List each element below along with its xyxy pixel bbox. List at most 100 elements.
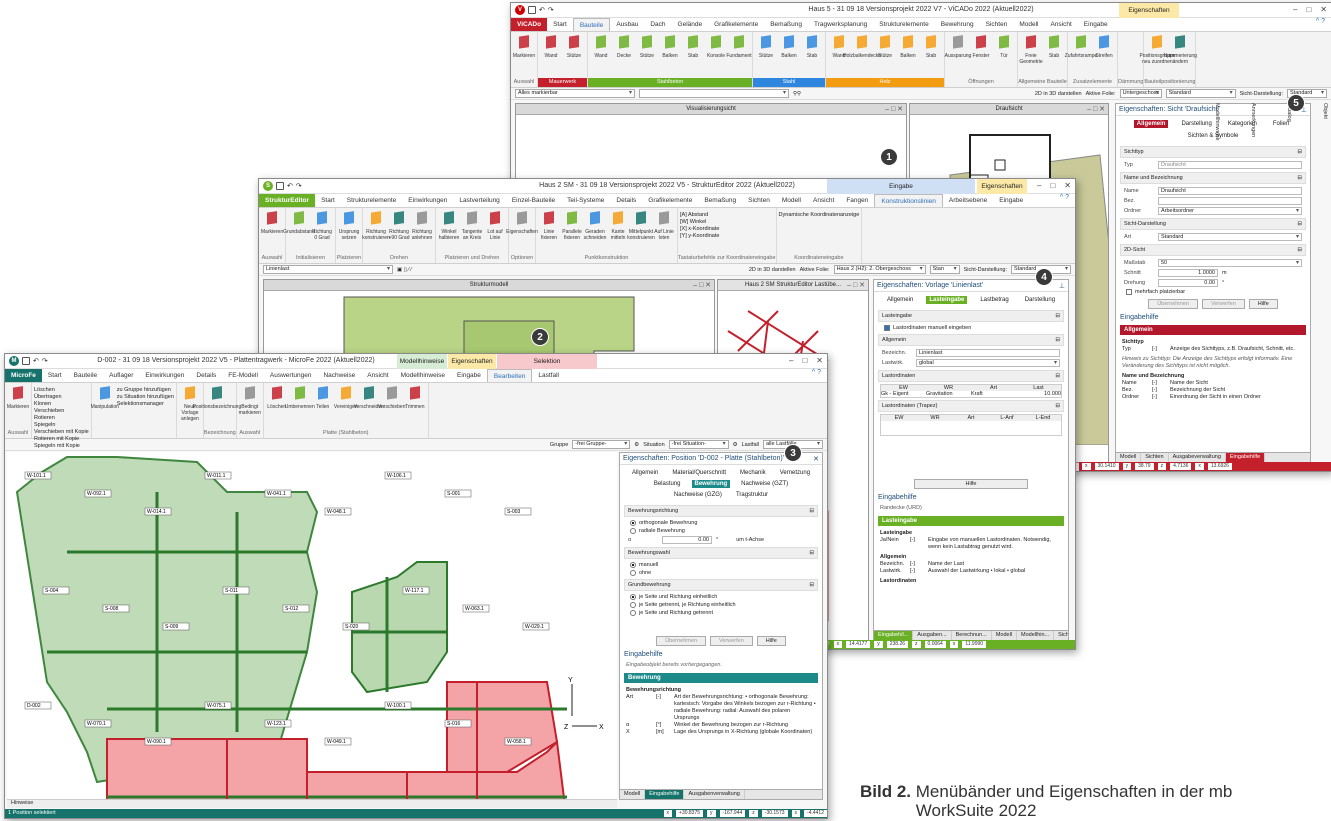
position-label[interactable]: W-041.1 [267,491,286,497]
pin-icon[interactable]: ⊥ [1059,282,1065,290]
section-allgemein[interactable]: Allgemein ⊟ [878,334,1064,346]
tab-sichten[interactable]: Sichten [1054,631,1068,640]
ribbon-small-item[interactable]: Rotieren mit Kopie [34,436,89,442]
tab-strukturelemente[interactable]: Strukturelemente [873,18,935,31]
undo-icon[interactable]: ↶ [33,357,39,365]
ribbon-button[interactable]: Wand [540,34,562,59]
ribbon-small-item[interactable]: [X] x-Koordinate [680,226,719,232]
ribbon-button[interactable]: Ursprung setzen [338,210,360,241]
apply-button[interactable]: Übernehmen [1148,299,1198,309]
tab-allgemein[interactable]: Allgemein [884,296,916,304]
position-label[interactable]: S-003 [507,509,521,515]
tab-nachweise-gzg[interactable]: Nachweise (GZG) [671,491,725,499]
tab-modell[interactable]: Modell [992,631,1018,640]
discard-button[interactable]: Verwerfen [1202,299,1245,309]
ribbon-button[interactable]: Fundament [726,34,752,59]
section-trapez[interactable]: Lastordinaten (Trapez) ⊟ [878,400,1064,412]
tab-lasteingabe[interactable]: Lasteingabe [926,296,968,304]
checkbox[interactable] [1126,289,1132,295]
group-filter-icon[interactable]: ⚙ [634,442,639,448]
position-label[interactable]: W-063.1 [465,606,484,612]
hints-bar[interactable]: Hinweise [7,799,617,808]
redo-icon[interactable]: ↷ [548,6,554,14]
ribbon-button[interactable]: Lot auf Linie [484,210,506,241]
tab-gelände[interactable]: Gelände [672,18,709,31]
section-grundbewehrung[interactable]: Grundbewehrung ⊟ [624,579,818,591]
radio-getrennt[interactable]: je Seite und Richtung getrennt [620,609,822,617]
ribbon-button[interactable]: Tür [993,34,1015,59]
display-select[interactable]: Stan [929,265,960,274]
ribbon-button[interactable]: Stütze [636,34,658,59]
tab-details[interactable]: Details [610,194,642,207]
tab-fangen[interactable]: Fangen [840,194,874,207]
tab-einwirkungen[interactable]: Einwirkungen [139,369,190,382]
ribbon-button[interactable]: Balken [897,34,919,59]
section-sichttyp[interactable]: Sichttyp ⊟ [1120,146,1306,158]
tab-darstellung[interactable]: Darstellung [1178,120,1214,128]
ribbon-button[interactable]: Nummerierung ändern [1164,34,1197,65]
tab-strukturelemente[interactable]: Strukturelemente [341,194,403,207]
tab-modell[interactable]: Modell [620,790,646,799]
tab-eingabe[interactable]: Eingabe [1078,18,1114,31]
tab-lastbetrag[interactable]: Lastbetrag [977,296,1011,304]
situation-filter-icon[interactable]: ⚙ [733,442,738,448]
schnitt-field[interactable]: 1.0000 [1158,269,1218,277]
tab-microfe[interactable]: MicroFe [5,369,42,382]
tab-fe-modell[interactable]: FE-Modell [222,369,264,382]
group-select[interactable]: -frei Gruppe- [572,440,631,449]
ribbon-button[interactable]: Stab [1043,34,1065,59]
ribbon-button[interactable]: Eigenschaften [506,210,538,235]
tab-teil-systeme[interactable]: Teil-Systeme [561,194,610,207]
ribbon-small-item[interactable]: Klonen [34,401,89,407]
tool-icons[interactable]: ▣ ▯ ⁄ ⁄ [397,267,412,273]
ribbon-button[interactable]: Stütze [755,34,777,59]
ribbon-small-item[interactable]: Dynamische Koordinatenanzeige [779,212,860,218]
ribbon-button[interactable]: Tangente an Kreis [461,210,483,241]
ribbon-button[interactable]: Stab [682,34,704,59]
position-label[interactable]: W-011.1 [207,473,226,479]
close-icon[interactable]: ✕ [813,455,819,463]
tab-auflager[interactable]: Auflager [103,369,139,382]
tab-start[interactable]: Start [547,18,573,31]
ribbon-button[interactable]: Stütze [874,34,896,59]
tab-eingabe[interactable]: Eingabe [993,194,1029,207]
position-label[interactable]: S-011 [225,588,238,594]
position-label[interactable]: S-012 [285,606,299,612]
tab-sichten[interactable]: Sichten [980,18,1014,31]
ribbon-button[interactable]: Richtung 0 Grad [311,210,333,241]
position-label[interactable]: W-100.1 [387,703,406,709]
tab-sichten[interactable]: Sichten [1141,453,1169,462]
filter-select[interactable]: Linienlast [263,265,393,274]
position-label[interactable]: S-008 [105,606,119,612]
ribbon-small-item[interactable]: Löschen [34,387,89,393]
tab-bearbeiten[interactable]: Bearbeiten [486,369,533,382]
ribbon-small-item[interactable]: Übertragen [34,394,89,400]
ribbon-small-item[interactable]: Selektionsmanager [117,401,174,407]
tab-vicado[interactable]: ViCADo [511,18,548,31]
tab-ausgaben[interactable]: Ausgaben... [913,631,952,640]
position-label[interactable]: S-016 [447,721,461,727]
ribbon-button[interactable]: Wand [590,34,612,59]
tab-allgemein[interactable]: Allgemein [629,469,661,477]
tab-ausgabeverwaltung[interactable]: Ausgabeverwaltung [1169,453,1226,462]
ribbon-button[interactable]: Richtung konstruieren [362,210,390,241]
ribbon-button[interactable]: Mittelpunkt konstruieren [627,210,655,241]
ribbon-button[interactable]: Stab [920,34,942,59]
tab-belastung[interactable]: Belastung [651,480,684,488]
tab-sichten[interactable]: Sichten [742,194,776,207]
name-field[interactable]: Linienlast [916,349,1060,357]
ribbon-button[interactable]: Streifen [1093,34,1115,59]
radio-manuell[interactable]: manuell [620,561,822,569]
ribbon-small-item[interactable]: zu Situation hinzufügen [117,394,174,400]
tab-ausgabenverwaltung[interactable]: Ausgabenverwaltung [684,790,745,799]
ribbon-small-item[interactable]: zu Gruppe hinzufügen [117,387,174,393]
tab-eingabe[interactable]: Eingabe [451,369,487,382]
tab-modellhinweise[interactable]: Modellhin... [1017,631,1055,640]
tab-ansicht[interactable]: Ansicht [807,194,840,207]
help-icon[interactable]: ^ ? [1054,194,1075,207]
ribbon-button[interactable]: Markieren [513,34,535,59]
ribbon-small-item[interactable]: Verschieben mit Kopie [34,429,89,435]
save-icon[interactable] [276,182,284,190]
radio-orthogonal[interactable]: orthogonale Bewehrung [620,519,822,527]
ribbon-button[interactable]: Winkel halbieren [438,210,460,241]
